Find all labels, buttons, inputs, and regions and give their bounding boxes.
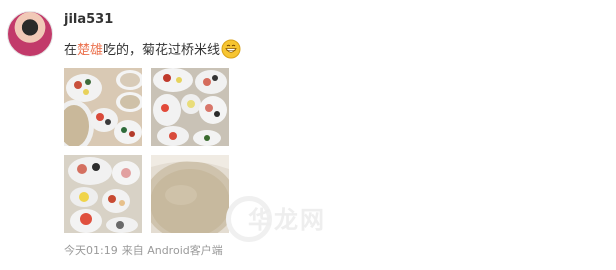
post-meta: 今天01:19 来自 Android客户端 [64, 242, 223, 258]
photo-thumbnail-4[interactable] [151, 155, 229, 233]
photo-thumbnail-3[interactable] [64, 155, 142, 233]
post-source[interactable]: 来自 Android客户端 [122, 244, 223, 257]
post-text: 在楚雄吃的，菊花过桥米线 [64, 39, 241, 59]
post-text-suffix: 吃的，菊花过桥米线 [103, 43, 221, 58]
grinning-emoji-icon [221, 39, 241, 59]
avatar[interactable] [7, 11, 53, 57]
location-link[interactable]: 楚雄 [77, 43, 103, 58]
post-time[interactable]: 今天01:19 [64, 244, 118, 257]
watermark-text: 华龙网 [248, 206, 326, 234]
photo-thumbnail-2[interactable] [151, 68, 229, 146]
post-text-prefix: 在 [64, 43, 78, 58]
username[interactable]: jila531 [64, 12, 113, 27]
photo-thumbnail-1[interactable] [64, 68, 142, 146]
